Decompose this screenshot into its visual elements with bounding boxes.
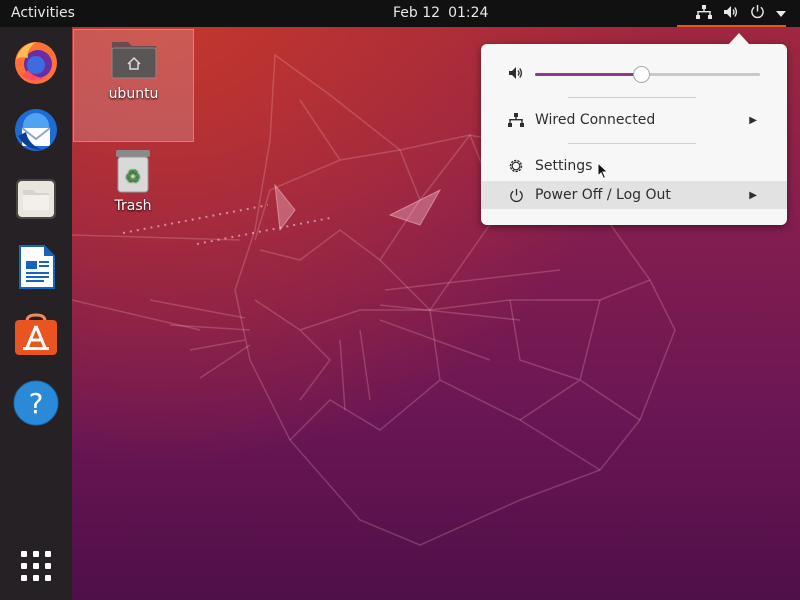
settings-label: Settings <box>535 158 593 174</box>
chevron-down-icon[interactable] <box>776 6 786 22</box>
software-icon[interactable] <box>12 311 60 359</box>
wired-connected-item[interactable]: Wired Connected ▶ <box>481 106 787 134</box>
system-menu: Wired Connected ▶ Settings Power Off / L… <box>481 44 787 225</box>
volume-slider-knob[interactable] <box>632 66 650 83</box>
system-tray[interactable] <box>696 0 786 27</box>
files-icon[interactable] <box>12 175 60 223</box>
top-bar: Activities Feb 12 01:24 <box>0 0 800 27</box>
svg-text:♻: ♻ <box>125 166 141 187</box>
power-off-log-out-label: Power Off / Log Out <box>535 187 671 203</box>
mouse-cursor <box>597 161 609 184</box>
dock: ? <box>0 27 72 600</box>
svg-text:?: ? <box>29 387 44 420</box>
chevron-right-icon: ▶ <box>749 189 757 201</box>
network-wired-icon[interactable] <box>696 4 712 23</box>
clock-button[interactable]: Feb 12 01:24 <box>393 5 488 21</box>
chevron-right-icon: ▶ <box>749 114 757 126</box>
writer-icon[interactable] <box>12 243 60 291</box>
speaker-icon <box>508 66 524 84</box>
trash-icon: ♻ <box>83 148 183 198</box>
menu-separator <box>568 97 696 98</box>
help-icon[interactable]: ? <box>12 379 60 427</box>
power-icon <box>508 187 524 203</box>
desktop-icon-trash-label: Trash <box>114 198 152 214</box>
wired-connected-label: Wired Connected <box>535 112 656 128</box>
firefox-icon[interactable] <box>12 38 60 86</box>
desktop-icon-home-label: ubuntu <box>108 86 159 102</box>
activities-button[interactable]: Activities <box>11 5 75 21</box>
home-folder-icon <box>74 30 193 84</box>
settings-item[interactable]: Settings <box>481 152 787 180</box>
speaker-icon[interactable] <box>723 5 739 23</box>
network-wired-icon <box>508 112 524 128</box>
thunderbird-icon[interactable] <box>12 106 60 154</box>
desktop-icon-trash[interactable]: ♻ Trash <box>83 148 183 214</box>
desktop-icon-home[interactable]: ubuntu <box>73 29 194 142</box>
volume-slider[interactable] <box>535 66 760 83</box>
volume-slider-fill <box>535 73 641 76</box>
menu-separator <box>568 143 696 144</box>
tray-active-indicator <box>677 25 786 27</box>
power-off-log-out-item[interactable]: Power Off / Log Out ▶ <box>481 181 787 209</box>
show-applications-icon[interactable] <box>12 542 60 590</box>
menu-pointer <box>728 33 750 45</box>
power-icon[interactable] <box>750 4 765 23</box>
clock-date: Feb 12 <box>393 5 441 21</box>
gear-icon <box>508 158 524 174</box>
clock-time: 01:24 <box>448 5 489 21</box>
